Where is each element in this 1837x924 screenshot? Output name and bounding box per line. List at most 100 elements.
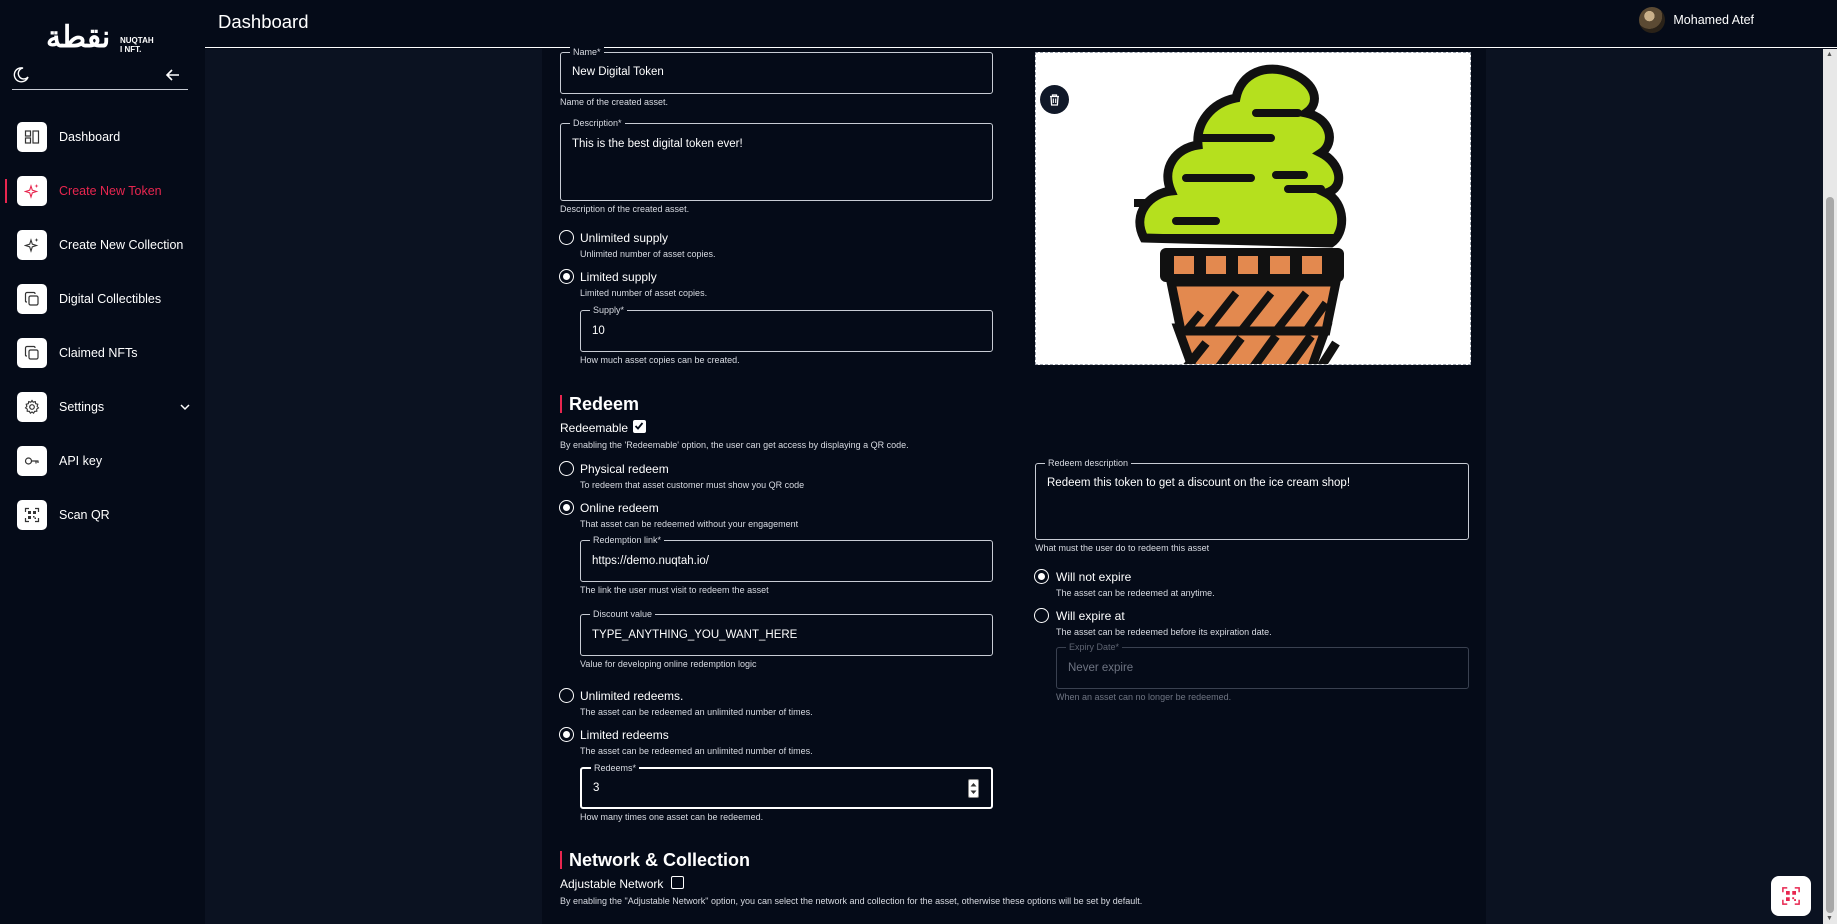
supply-help: How much asset copies can be created. — [580, 355, 740, 365]
unlimited-redeems-help: The asset can be redeemed an unlimited n… — [580, 707, 813, 717]
redeems-help: How many times one asset can be redeemed… — [580, 812, 764, 822]
discount-value-field[interactable]: Discount value TYPE_ANYTHING_YOU_WANT_HE… — [580, 608, 993, 656]
online-redeem-help: That asset can be redeemed without your … — [580, 519, 799, 529]
sparkle-icon — [17, 176, 47, 206]
sidebar-item-label: Dashboard — [59, 130, 121, 144]
user-name: Mohamed Atef — [1673, 13, 1754, 27]
delete-image-button[interactable] — [1040, 85, 1069, 114]
gear-icon — [17, 392, 47, 422]
ice-cream-image — [1134, 64, 1347, 364]
user-menu[interactable]: Mohamed Atef — [1639, 7, 1754, 33]
chevron-down-icon[interactable] — [179, 401, 191, 413]
sidebar-item-digital-collectibles[interactable]: Digital Collectibles — [0, 272, 205, 326]
key-icon — [17, 446, 47, 476]
redemption-link-field[interactable]: Redemption link* https://demo.nuqtah.io/ — [580, 534, 993, 582]
sidebar-item-label: Claimed NFTs — [59, 346, 138, 360]
will-expire-radio[interactable] — [1034, 608, 1049, 623]
unlimited-supply-radio[interactable] — [559, 230, 574, 245]
redeem-description-field[interactable]: Redeem description Redeem this token to … — [1035, 457, 1469, 540]
online-redeem-label: Online redeem — [580, 501, 659, 515]
discount-value-label: Discount value — [590, 608, 656, 620]
scroll-down-icon[interactable]: ▼ — [1826, 915, 1833, 922]
sidebar-item-create-collection[interactable]: Create New Collection — [0, 218, 205, 272]
sidebar-item-scan-qr[interactable]: Scan QR — [0, 488, 205, 542]
sidebar-item-api-key[interactable]: API key — [0, 434, 205, 488]
sidebar-item-label: Settings — [59, 400, 105, 414]
limited-supply-label: Limited supply — [580, 270, 657, 284]
trash-icon — [1050, 94, 1059, 106]
redemption-link-label: Redemption link* — [590, 534, 665, 546]
limited-supply-help: Limited number of asset copies. — [580, 288, 708, 298]
description-help: Description of the created asset. — [560, 204, 690, 214]
redeems-value: 3 — [593, 782, 600, 794]
sparkle-icon — [17, 230, 47, 260]
sidebar-item-claimed-nfts[interactable]: Claimed NFTs — [0, 326, 205, 380]
redeemable-checkbox[interactable] — [633, 420, 646, 433]
logo-sub-line1: NUQTAH — [120, 36, 154, 45]
copy-icon — [17, 338, 47, 368]
redeems-label: Redeems* — [591, 762, 640, 774]
will-expire-label: Will expire at — [1056, 609, 1125, 623]
redeem-description-label: Redeem description — [1045, 457, 1132, 469]
avatar[interactable] — [1639, 7, 1666, 33]
moon-icon[interactable] — [12, 66, 30, 84]
token-image-preview[interactable] — [1035, 52, 1471, 365]
unlimited-supply-label: Unlimited supply — [580, 231, 669, 245]
adjustable-network-help: By enabling the "Adjustable Network" opt… — [560, 896, 1143, 906]
description-field[interactable]: Description* This is the best digital to… — [560, 117, 993, 201]
supply-field[interactable]: Supply* 10 — [580, 304, 993, 352]
physical-redeem-label: Physical redeem — [580, 462, 669, 476]
redeemable-help: By enabling the 'Redeemable' option, the… — [560, 440, 909, 450]
description-value: This is the best digital token ever! — [572, 138, 743, 150]
unlimited-redeems-radio[interactable] — [559, 688, 574, 703]
expiry-date-help: When an asset can no longer be redeemed. — [1056, 692, 1232, 702]
online-redeem-radio[interactable] — [559, 500, 574, 515]
scan-qr-floating-button[interactable] — [1771, 876, 1811, 916]
limited-redeems-radio[interactable] — [559, 727, 574, 742]
will-not-expire-radio[interactable] — [1034, 569, 1049, 584]
arrow-left-icon[interactable] — [164, 66, 182, 84]
discount-value-value: TYPE_ANYTHING_YOU_WANT_HERE — [592, 629, 798, 641]
sidebar-item-settings[interactable]: Settings — [0, 380, 205, 434]
adjustable-network-checkbox[interactable] — [671, 876, 684, 889]
redeems-field[interactable]: Redeems* 3 — [580, 762, 993, 809]
physical-redeem-help: To redeem that asset customer must show … — [580, 480, 805, 490]
qr-scan-icon — [1782, 887, 1800, 905]
physical-redeem-radio[interactable] — [559, 461, 574, 476]
redemption-link-help: The link the user must visit to redeem t… — [580, 585, 769, 595]
copy-icon — [17, 284, 47, 314]
network-section-title: Network & Collection — [560, 851, 750, 869]
redeem-section-title: Redeem — [560, 395, 639, 413]
sidebar-item-label: Create New Collection — [59, 238, 184, 252]
logo-sub-line2: I NFT. — [120, 45, 142, 54]
sidebar-item-create-token[interactable]: Create New Token — [0, 164, 205, 218]
will-not-expire-help: The asset can be redeemed at anytime. — [1056, 588, 1215, 598]
qr-scan-icon — [17, 500, 47, 530]
sidebar-nav: Dashboard Create New Token Create New Co… — [0, 110, 205, 542]
main-area — [205, 49, 1823, 924]
sidebar-tools — [12, 66, 188, 90]
unlimited-redeems-label: Unlimited redeems. — [580, 689, 684, 703]
sidebar-item-label: Scan QR — [59, 508, 110, 522]
nuqtah-logo[interactable]: نقطة NUQTAH I NFT. — [46, 14, 156, 60]
redemption-link-value: https://demo.nuqtah.io/ — [592, 555, 709, 567]
will-not-expire-label: Will not expire — [1056, 570, 1132, 584]
number-stepper[interactable] — [968, 779, 979, 798]
limited-supply-radio[interactable] — [559, 269, 574, 284]
page-scrollbar[interactable]: ▲ ▼ — [1823, 49, 1837, 924]
redeemable-label: Redeemable — [560, 421, 629, 435]
sidebar: نقطة NUQTAH I NFT. Dashboard Create New … — [0, 0, 205, 924]
logo-sub-text: NUQTAH I NFT. — [120, 36, 154, 54]
sidebar-item-label: Digital Collectibles — [59, 292, 162, 306]
name-field[interactable]: Name* New Digital Token — [560, 46, 993, 94]
scroll-up-icon[interactable]: ▲ — [1826, 51, 1833, 58]
page-title: Dashboard — [218, 11, 309, 32]
description-label: Description* — [570, 117, 625, 129]
sidebar-item-dashboard[interactable]: Dashboard — [0, 110, 205, 164]
scrollbar-thumb[interactable] — [1826, 197, 1834, 913]
will-expire-help: The asset can be redeemed before its exp… — [1056, 627, 1272, 637]
redeem-description-help: What must the user do to redeem this ass… — [1035, 543, 1210, 553]
expiry-date-placeholder: Never expire — [1068, 662, 1134, 674]
limited-redeems-help: The asset can be redeemed an unlimited n… — [580, 746, 813, 756]
expiry-date-field[interactable]: Expiry Date* Never expire — [1056, 641, 1469, 689]
